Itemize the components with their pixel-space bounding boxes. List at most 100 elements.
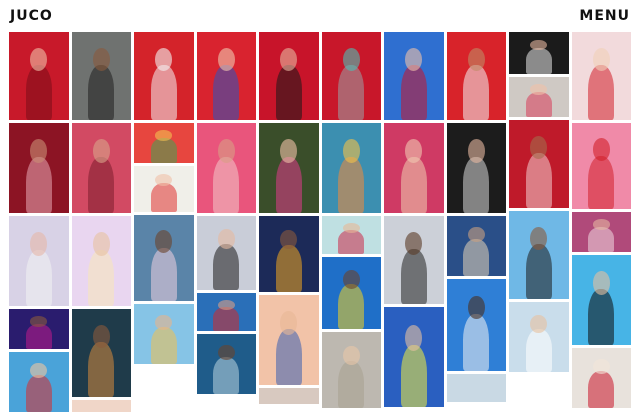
gallery-photo-tile[interactable] bbox=[9, 216, 69, 306]
photo-subject-body bbox=[525, 47, 552, 74]
gallery-photo-tile[interactable] bbox=[71, 309, 131, 397]
gallery-column bbox=[509, 32, 569, 412]
photo-subject-head bbox=[342, 222, 360, 233]
gallery-photo-tile[interactable] bbox=[509, 77, 569, 117]
photo-subject-body bbox=[400, 65, 427, 120]
gallery-photo-tile[interactable] bbox=[71, 400, 131, 412]
gallery-column bbox=[196, 32, 256, 412]
gallery-photo-tile[interactable] bbox=[321, 332, 381, 408]
gallery-photo-tile[interactable] bbox=[321, 32, 381, 120]
photo-subject-head bbox=[155, 130, 173, 141]
gallery-photo-tile[interactable] bbox=[259, 123, 319, 213]
gallery-photo-tile[interactable] bbox=[384, 123, 444, 213]
photo-subject-head bbox=[342, 345, 360, 366]
photo-subject-body bbox=[338, 65, 365, 120]
photo-subject-body bbox=[275, 329, 302, 385]
photo-subject-body bbox=[150, 326, 177, 364]
photo-subject-body bbox=[25, 374, 52, 412]
photo-subject-head bbox=[592, 47, 610, 71]
photo-subject-head bbox=[530, 226, 548, 250]
gallery-photo-tile[interactable] bbox=[9, 309, 69, 349]
photo-subject-body bbox=[275, 65, 302, 120]
gallery-photo-tile[interactable] bbox=[571, 32, 631, 120]
gallery-photo-tile[interactable] bbox=[71, 123, 131, 213]
gallery-photo-tile[interactable] bbox=[134, 304, 194, 364]
gallery-photo-tile[interactable] bbox=[571, 123, 631, 209]
site-logo[interactable]: JUCO bbox=[10, 8, 53, 24]
gallery-photo-tile[interactable] bbox=[509, 211, 569, 299]
photo-subject-head bbox=[217, 139, 235, 163]
gallery-column bbox=[571, 32, 631, 412]
gallery-photo-tile[interactable] bbox=[509, 120, 569, 208]
photo-subject-head bbox=[30, 47, 48, 71]
photo-subject-body bbox=[463, 65, 490, 120]
photo-subject-body bbox=[25, 157, 52, 213]
gallery-photo-tile[interactable] bbox=[196, 32, 256, 120]
photo-subject-head bbox=[30, 232, 48, 256]
gallery-photo-tile[interactable] bbox=[196, 216, 256, 290]
photo-subject-body bbox=[400, 249, 427, 304]
photo-subject-body bbox=[213, 65, 240, 120]
gallery-photo-tile[interactable] bbox=[134, 166, 194, 212]
gallery-photo-tile[interactable] bbox=[259, 388, 319, 404]
gallery-column bbox=[134, 32, 194, 412]
photo-subject-head bbox=[342, 269, 360, 289]
gallery-photo-tile[interactable] bbox=[509, 302, 569, 372]
photo-subject-head bbox=[467, 139, 485, 163]
gallery-photo-tile[interactable] bbox=[321, 123, 381, 213]
gallery-column bbox=[71, 32, 131, 412]
gallery-photo-tile[interactable] bbox=[71, 32, 131, 120]
gallery-photo-tile[interactable] bbox=[384, 32, 444, 120]
gallery-photo-tile[interactable] bbox=[571, 255, 631, 345]
photo-subject-body bbox=[213, 244, 240, 290]
gallery-photo-tile[interactable] bbox=[71, 216, 131, 306]
gallery-photo-tile[interactable] bbox=[259, 295, 319, 385]
gallery-photo-tile[interactable] bbox=[446, 32, 506, 120]
photo-subject-body bbox=[25, 250, 52, 306]
photo-subject-head bbox=[217, 229, 235, 249]
photo-subject-body bbox=[588, 227, 615, 252]
gallery-column bbox=[9, 32, 69, 412]
gallery-photo-tile[interactable] bbox=[571, 348, 631, 408]
gallery-photo-tile[interactable] bbox=[134, 32, 194, 120]
gallery-photo-tile[interactable] bbox=[571, 212, 631, 252]
photo-subject-body bbox=[88, 65, 115, 120]
gallery-photo-tile[interactable] bbox=[259, 216, 319, 292]
photo-subject-head bbox=[592, 138, 610, 161]
gallery-photo-tile[interactable] bbox=[134, 215, 194, 301]
gallery-photo-tile[interactable] bbox=[384, 307, 444, 407]
gallery-photo-tile[interactable] bbox=[509, 32, 569, 74]
menu-button[interactable]: MENU bbox=[579, 8, 630, 24]
photo-subject-head bbox=[155, 47, 173, 71]
photo-subject-head bbox=[280, 311, 298, 335]
gallery-photo-tile[interactable] bbox=[384, 216, 444, 304]
gallery-photo-tile[interactable] bbox=[196, 123, 256, 213]
gallery-photo-tile[interactable] bbox=[446, 123, 506, 213]
photo-subject-head bbox=[30, 316, 48, 327]
gallery-photo-tile[interactable] bbox=[9, 32, 69, 120]
gallery-photo-tile[interactable] bbox=[321, 216, 381, 254]
gallery-photo-tile[interactable] bbox=[134, 123, 194, 163]
photo-subject-body bbox=[25, 324, 52, 349]
gallery-photo-tile[interactable] bbox=[446, 374, 506, 402]
gallery-photo-tile[interactable] bbox=[321, 257, 381, 329]
gallery-photo-tile[interactable] bbox=[9, 352, 69, 412]
photo-subject-body bbox=[588, 370, 615, 408]
photo-subject-head bbox=[467, 295, 485, 320]
photo-subject-head bbox=[217, 344, 235, 361]
photo-subject-head bbox=[217, 299, 235, 310]
gallery-photo-tile[interactable] bbox=[196, 334, 256, 394]
photo-subject-head bbox=[405, 325, 423, 351]
photo-subject-head bbox=[92, 139, 110, 163]
site-header: JUCO MENU bbox=[0, 0, 640, 32]
gallery-photo-tile[interactable] bbox=[196, 293, 256, 331]
photo-subject-head bbox=[342, 139, 360, 163]
photo-subject-body bbox=[400, 157, 427, 213]
gallery-photo-tile[interactable] bbox=[446, 279, 506, 371]
gallery-photo-tile[interactable] bbox=[446, 216, 506, 276]
photo-subject-head bbox=[280, 139, 298, 163]
photo-subject-body bbox=[150, 247, 177, 301]
photo-subject-head bbox=[530, 314, 548, 333]
gallery-photo-tile[interactable] bbox=[9, 123, 69, 213]
gallery-photo-tile[interactable] bbox=[259, 32, 319, 120]
